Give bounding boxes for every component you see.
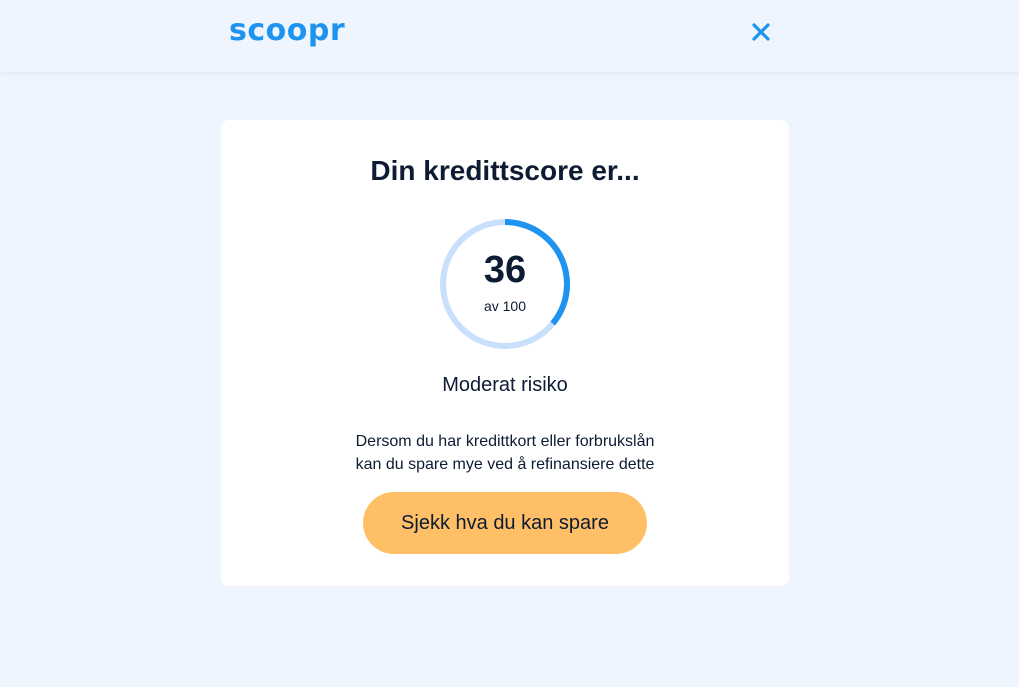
description: Dersom du har kredittkort eller forbruks… <box>305 430 705 476</box>
score-value: 36 <box>483 249 527 291</box>
check-savings-button[interactable]: Sjekk hva du kan spare <box>363 492 647 554</box>
scoopr-logo[interactable]: scoopr <box>229 14 345 48</box>
close-icon <box>752 23 770 41</box>
score-max-label: av 100 <box>483 298 527 314</box>
card-title: Din kredittscore er... <box>370 155 640 186</box>
top-bar: scoopr <box>0 0 1019 72</box>
credit-score-card: Din kredittscore er... 36 av 100 Moderat… <box>221 120 789 586</box>
close-button[interactable] <box>750 21 772 43</box>
risk-label: Moderat risiko <box>442 374 568 396</box>
description-line-2: kan du spare mye ved å refinansiere dett… <box>355 456 655 473</box>
description-line-1: Dersom du har kredittkort eller forbruks… <box>355 433 655 450</box>
